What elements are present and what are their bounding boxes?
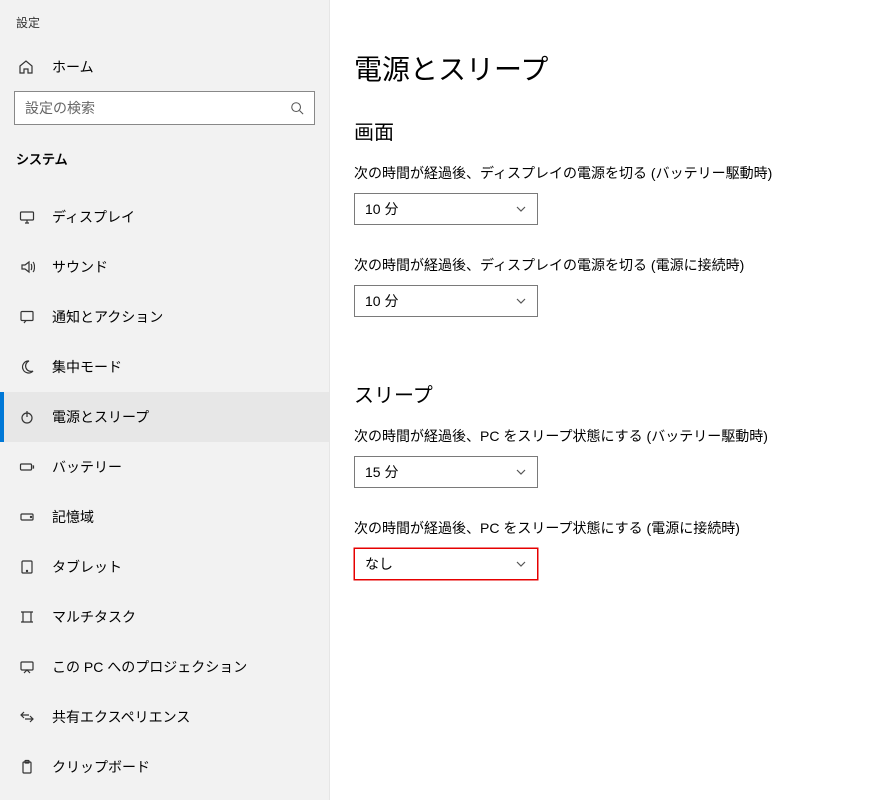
search-icon <box>290 101 304 115</box>
section-sleep-heading: スリープ <box>354 379 852 408</box>
sidebar-item-notifications[interactable]: 通知とアクション <box>0 292 329 342</box>
sidebar-item-tablet[interactable]: タブレット <box>0 542 329 592</box>
screen-plugged-dropdown[interactable]: 10 分 <box>354 285 538 317</box>
multitask-icon <box>18 609 36 625</box>
tablet-icon <box>18 559 36 575</box>
sleep-plugged-dropdown[interactable]: なし <box>354 548 538 580</box>
sidebar-item-label: サウンド <box>52 257 108 277</box>
dropdown-value: なし <box>365 554 393 574</box>
battery-icon <box>18 459 36 475</box>
sidebar-item-label: マルチタスク <box>52 607 136 627</box>
chevron-down-icon <box>515 558 527 570</box>
sidebar-item-label: ディスプレイ <box>52 207 135 227</box>
moon-icon <box>18 359 36 375</box>
sleep-plugged-setting: 次の時間が経過後、PC をスリープ状態にする (電源に接続時) なし <box>354 518 852 580</box>
shared-icon <box>18 709 36 725</box>
dropdown-value: 15 分 <box>365 462 398 482</box>
sidebar-item-storage[interactable]: 記憶域 <box>0 492 329 542</box>
home-label: ホーム <box>52 57 94 77</box>
page-title: 電源とスリープ <box>354 48 852 88</box>
clipboard-icon <box>18 759 36 775</box>
sound-icon <box>18 259 36 275</box>
setting-label: 次の時間が経過後、ディスプレイの電源を切る (バッテリー駆動時) <box>354 163 852 183</box>
section-screen-heading: 画面 <box>354 116 852 145</box>
projection-icon <box>18 659 36 675</box>
chevron-down-icon <box>515 203 527 215</box>
sidebar-item-label: タブレット <box>52 557 122 577</box>
screen-battery-dropdown[interactable]: 10 分 <box>354 193 538 225</box>
sidebar-item-projection[interactable]: この PC へのプロジェクション <box>0 642 329 692</box>
sidebar-item-power[interactable]: 電源とスリープ <box>0 392 329 442</box>
home-icon <box>18 59 36 75</box>
sidebar: 設定 ホーム システム <box>0 0 330 800</box>
dropdown-value: 10 分 <box>365 291 398 311</box>
sidebar-item-sound[interactable]: サウンド <box>0 242 329 292</box>
sidebar-item-label: 集中モード <box>52 357 122 377</box>
sidebar-item-clipboard[interactable]: クリップボード <box>0 742 329 792</box>
sidebar-item-label: 共有エクスペリエンス <box>52 707 190 727</box>
app-title: 設定 <box>0 10 329 47</box>
sidebar-item-label: 記憶域 <box>52 507 94 527</box>
display-icon <box>18 209 36 225</box>
main-content: 電源とスリープ 画面 次の時間が経過後、ディスプレイの電源を切る (バッテリー駆… <box>330 0 876 800</box>
sidebar-category: システム <box>0 143 329 182</box>
sleep-battery-setting: 次の時間が経過後、PC をスリープ状態にする (バッテリー駆動時) 15 分 <box>354 426 852 488</box>
screen-battery-setting: 次の時間が経過後、ディスプレイの電源を切る (バッテリー駆動時) 10 分 <box>354 163 852 225</box>
sidebar-nav: ディスプレイ サウンド 通知とアクション 集中モード <box>0 192 329 792</box>
power-icon <box>18 409 36 425</box>
screen-plugged-setting: 次の時間が経過後、ディスプレイの電源を切る (電源に接続時) 10 分 <box>354 255 852 317</box>
sidebar-item-label: この PC へのプロジェクション <box>52 657 247 677</box>
sidebar-item-label: クリップボード <box>52 757 150 777</box>
sidebar-item-display[interactable]: ディスプレイ <box>0 192 329 242</box>
setting-label: 次の時間が経過後、PC をスリープ状態にする (電源に接続時) <box>354 518 852 538</box>
sleep-battery-dropdown[interactable]: 15 分 <box>354 456 538 488</box>
sidebar-item-label: バッテリー <box>52 457 122 477</box>
setting-label: 次の時間が経過後、ディスプレイの電源を切る (電源に接続時) <box>354 255 852 275</box>
sidebar-item-label: 通知とアクション <box>52 307 163 327</box>
chevron-down-icon <box>515 466 527 478</box>
storage-icon <box>18 509 36 525</box>
search-field[interactable] <box>25 100 290 116</box>
dropdown-value: 10 分 <box>365 199 398 219</box>
sidebar-item-focus[interactable]: 集中モード <box>0 342 329 392</box>
sidebar-item-shared[interactable]: 共有エクスペリエンス <box>0 692 329 742</box>
sidebar-item-multitask[interactable]: マルチタスク <box>0 592 329 642</box>
home-nav[interactable]: ホーム <box>0 47 329 91</box>
search-input[interactable] <box>14 91 315 125</box>
sidebar-item-label: 電源とスリープ <box>52 407 149 427</box>
chevron-down-icon <box>515 295 527 307</box>
sidebar-item-battery[interactable]: バッテリー <box>0 442 329 492</box>
setting-label: 次の時間が経過後、PC をスリープ状態にする (バッテリー駆動時) <box>354 426 852 446</box>
notification-icon <box>18 309 36 325</box>
